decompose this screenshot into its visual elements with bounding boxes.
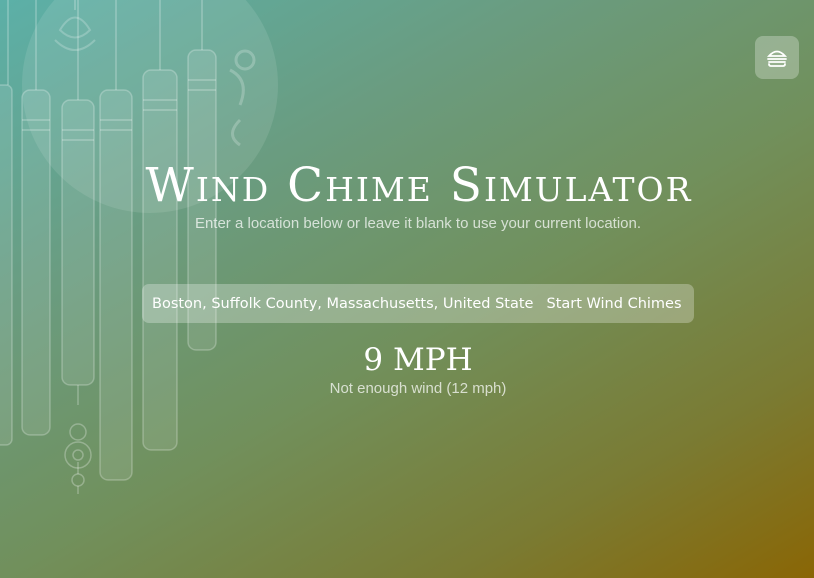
location-form: Start Wind Chimes bbox=[142, 284, 694, 323]
page-subtitle: Enter a location below or leave it blank… bbox=[194, 215, 642, 232]
start-wind-chimes-button[interactable]: Start Wind Chimes bbox=[534, 284, 694, 323]
wind-speed-readout: 9 MPH bbox=[363, 342, 473, 378]
hamburger-icon bbox=[766, 50, 788, 67]
location-input[interactable] bbox=[142, 284, 534, 323]
menu-button[interactable] bbox=[755, 36, 799, 79]
wind-status-text: Not enough wind (12 mph) bbox=[329, 380, 507, 397]
wind-chime-illustration bbox=[0, 0, 278, 494]
page-title: Wind Chime Simulator bbox=[145, 158, 693, 213]
